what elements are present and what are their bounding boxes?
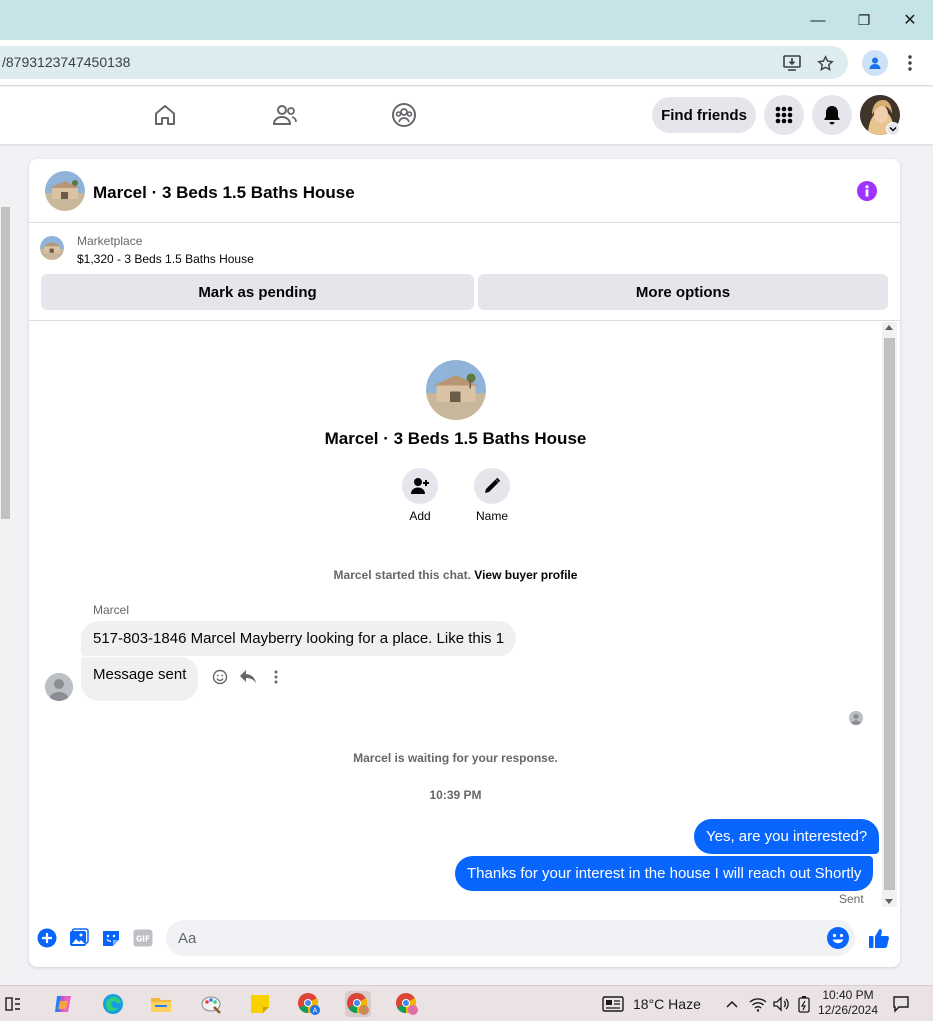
sender-name: Marcel [93,603,130,617]
find-friends-button[interactable]: Find friends [652,97,756,133]
add-label: Add [409,509,431,523]
marketplace-label: Marketplace [77,234,143,248]
task-view-icon[interactable] [0,991,26,1017]
chat-title[interactable]: Marcel · 3 Beds 1.5 Baths House [93,183,355,203]
weather-text[interactable]: 18°C Haze [633,996,701,1012]
minimize-button[interactable]: — [801,6,835,34]
listing-thumbnail[interactable] [40,236,64,260]
sticky-notes-icon[interactable] [247,991,273,1017]
name-label: Name [475,509,508,523]
chrome-profile-a-icon[interactable]: A [296,991,322,1017]
restore-button[interactable]: ❐ [847,6,881,34]
scroll-down-arrow-icon[interactable] [885,899,893,904]
address-bar[interactable]: /8793123747450138 [0,46,848,79]
more-actions-icon[interactable] [267,668,285,686]
chrome-profile-active-icon[interactable] [345,991,371,1017]
sent-status: Sent [839,892,864,906]
message-input[interactable] [166,920,855,956]
notifications-button[interactable] [812,95,852,135]
groups-icon[interactable] [388,99,420,131]
emoji-icon[interactable] [827,927,849,949]
grid-icon [775,106,793,124]
reply-icon[interactable] [239,668,257,686]
react-emoji-icon[interactable] [211,668,229,686]
listing-title[interactable]: $1,320 - 3 Beds 1.5 Baths House [77,252,254,266]
incoming-message[interactable]: 517-803-1846 Marcel Mayberry looking for… [81,621,517,656]
sticker-icon[interactable] [101,928,121,948]
add-person-icon [411,478,429,494]
add-person-button[interactable] [402,468,438,504]
sender-avatar[interactable] [45,673,73,701]
clock-time: 10:40 PM [822,988,874,1002]
windows-taskbar: A 18°C Haze 10:40 PM 12/26/2024 [0,985,933,1021]
url-text[interactable]: /8793123747450138 [2,54,130,70]
pencil-icon [485,477,501,493]
chat-profile-avatar[interactable] [426,360,486,420]
clock-date: 12/26/2024 [817,1003,879,1017]
incoming-message[interactable]: Message sent [81,657,199,701]
photo-icon[interactable] [69,928,89,948]
chat-panel: Marcel · 3 Beds 1.5 Baths House Marketpl… [29,159,900,967]
browser-menu-icon[interactable] [900,52,920,74]
chat-profile-title: Marcel · 3 Beds 1.5 Baths House [324,429,587,448]
listing-avatar[interactable] [45,171,85,211]
page-scrollbar-thumb[interactable] [1,207,10,519]
browser-profile-icon[interactable] [862,50,888,76]
view-buyer-profile-link[interactable]: View buyer profile [474,568,577,582]
page-scrollbar[interactable] [0,195,11,975]
conversation-scrollbar-thumb[interactable] [884,338,895,890]
install-app-icon[interactable] [780,52,804,74]
chat-started-notice: Marcel started this chat. View buyer pro… [29,568,882,582]
browser-toolbar: /8793123747450138 [0,40,933,86]
outgoing-message[interactable]: Yes, are you interested? [694,819,880,854]
outgoing-message[interactable]: Thanks for your interest in the house I … [455,856,874,891]
taskbar-clock[interactable]: 10:40 PM 12/26/2024 [812,988,884,1018]
svg-text:GIF: GIF [136,935,150,944]
seen-by-avatar [849,711,863,725]
plus-circle-icon[interactable] [37,928,57,948]
account-chevron-icon[interactable] [886,122,900,136]
edge-browser-icon[interactable] [100,991,126,1017]
name-edit-button[interactable] [474,468,510,504]
show-hidden-icons-chevron-icon[interactable] [719,991,745,1017]
file-explorer-icon[interactable] [148,991,174,1017]
paint-app-icon[interactable] [198,991,224,1017]
gif-icon[interactable]: GIF [133,928,153,948]
marketplace-banner: Marketplace $1,320 - 3 Beds 1.5 Baths Ho… [29,223,900,321]
mark-as-pending-button[interactable]: Mark as pending [41,274,474,310]
menu-grid-button[interactable] [764,95,804,135]
bookmark-star-icon[interactable] [813,52,837,74]
facebook-top-nav: Find friends [0,87,933,144]
notification-center-icon[interactable] [888,991,914,1017]
thumbs-up-icon[interactable] [867,926,891,950]
svg-text:A: A [313,1007,318,1015]
conversation-scrollbar[interactable] [882,322,897,907]
close-window-button[interactable]: ✕ [893,6,927,34]
waiting-notice: Marcel is waiting for your response. [353,751,558,765]
browser-title-bar: — ❐ ✕ [0,0,933,40]
copilot-icon[interactable] [50,991,76,1017]
chat-started-text: Marcel started this chat. [333,568,471,582]
info-icon[interactable] [857,181,877,201]
chat-header: Marcel · 3 Beds 1.5 Baths House [29,159,900,223]
bell-icon [824,106,840,125]
home-icon[interactable] [149,99,181,131]
news-widget-icon[interactable] [600,991,626,1017]
chrome-profile-c-icon[interactable] [394,991,420,1017]
message-timestamp: 10:39 PM [429,788,482,802]
message-composer: GIF [29,907,900,967]
scroll-up-arrow-icon[interactable] [885,325,893,330]
more-options-button[interactable]: More options [478,274,888,310]
friends-icon[interactable] [269,99,301,131]
